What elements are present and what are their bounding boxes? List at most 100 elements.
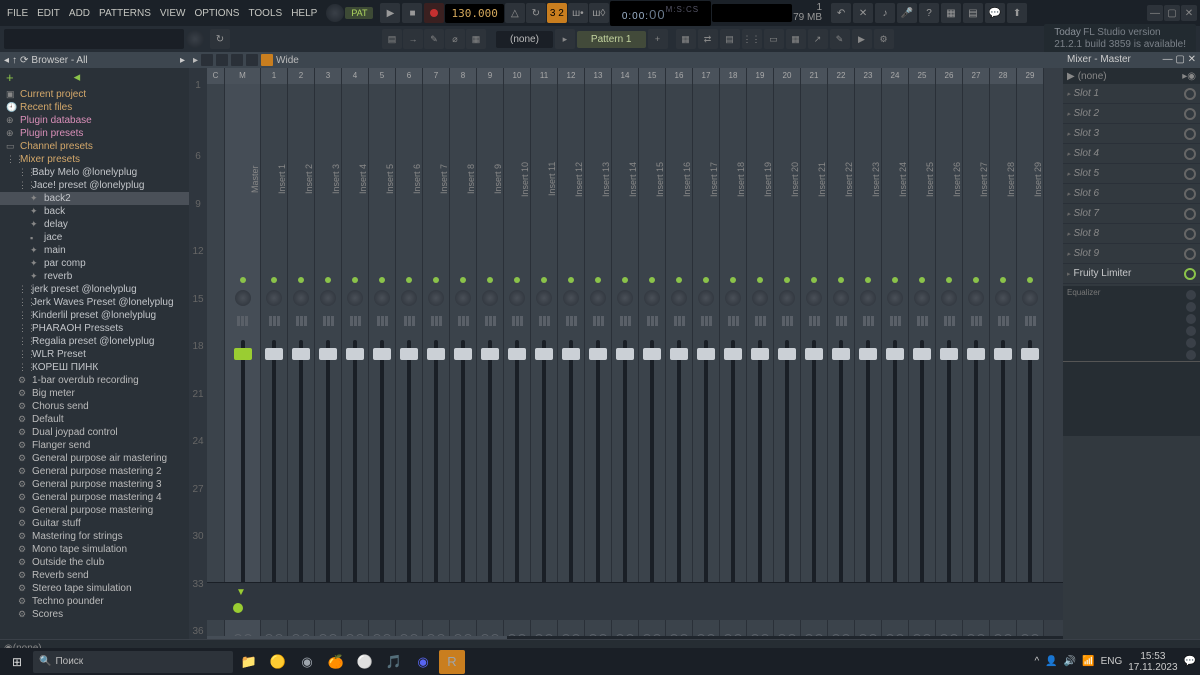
slot-ring[interactable] bbox=[1184, 128, 1196, 140]
track-header[interactable]: M bbox=[225, 68, 260, 84]
track-led[interactable] bbox=[693, 274, 719, 286]
browser-item[interactable]: ▪jace bbox=[0, 231, 189, 244]
track-header[interactable]: 26 bbox=[936, 68, 962, 84]
track-led[interactable] bbox=[450, 274, 476, 286]
slot-ring[interactable] bbox=[1184, 188, 1196, 200]
track-name[interactable]: Insert 29 bbox=[1017, 84, 1043, 274]
mixer-track[interactable]: 15Insert 15 bbox=[639, 68, 666, 648]
track-stereo[interactable] bbox=[882, 310, 908, 332]
mixer-track[interactable]: 7Insert 7 bbox=[423, 68, 450, 648]
browser-item[interactable]: ⋮⋮jerk preset @lonelyplug bbox=[0, 283, 189, 296]
mixer-track[interactable]: 8Insert 8 bbox=[450, 68, 477, 648]
track-stereo[interactable] bbox=[666, 310, 692, 332]
track-name[interactable]: Insert 17 bbox=[693, 84, 719, 274]
track-pan-knob[interactable] bbox=[666, 286, 692, 310]
tb-1[interactable]: ▦ bbox=[676, 29, 696, 49]
fader-cap[interactable] bbox=[886, 348, 904, 360]
tray-wifi-icon[interactable]: 📶 bbox=[1082, 656, 1094, 667]
track-stereo[interactable] bbox=[288, 310, 314, 332]
track-header[interactable]: 3 bbox=[315, 68, 341, 84]
track-stereo[interactable] bbox=[936, 310, 962, 332]
time-display[interactable]: 0:00:00M:S:CS bbox=[610, 1, 711, 26]
track-name[interactable]: Master bbox=[225, 84, 260, 274]
browser-collapse-icon[interactable]: ◂ bbox=[74, 69, 81, 85]
track-name[interactable]: Insert 15 bbox=[639, 84, 665, 274]
track-pan-knob[interactable] bbox=[639, 286, 665, 310]
browser-gear-item[interactable]: ⚙Big meter bbox=[0, 387, 189, 400]
tray-up-icon[interactable]: ^ bbox=[1035, 656, 1040, 667]
panel-step[interactable]: ✎ bbox=[424, 29, 444, 49]
browser-add-icon[interactable]: + bbox=[6, 70, 14, 85]
track-name[interactable]: Insert 4 bbox=[342, 84, 368, 274]
browser-cat[interactable]: ▭Channel presets bbox=[0, 140, 189, 153]
mixer-menu-icon[interactable]: ▸ bbox=[193, 55, 198, 66]
mixer-track[interactable]: 28Insert 28 bbox=[990, 68, 1017, 648]
track-pan-knob[interactable] bbox=[423, 286, 449, 310]
track-name[interactable]: Insert 1 bbox=[261, 84, 287, 274]
track-stereo[interactable] bbox=[1017, 310, 1043, 332]
slot-arrow-icon[interactable]: ▸ bbox=[1067, 270, 1071, 278]
track-header[interactable]: 7 bbox=[423, 68, 449, 84]
mixer-current-col[interactable]: C bbox=[207, 68, 225, 648]
fader-cap[interactable] bbox=[292, 348, 310, 360]
fx-slot-limiter[interactable]: ▸ Fruity Limiter bbox=[1063, 264, 1200, 284]
track-led[interactable] bbox=[909, 274, 935, 286]
export-button[interactable]: ⬆ bbox=[1007, 3, 1027, 23]
fader-cap[interactable] bbox=[859, 348, 877, 360]
browser-gear-item[interactable]: ⚙Mastering for strings bbox=[0, 530, 189, 543]
pitch-knob[interactable] bbox=[186, 30, 204, 48]
slot-ring[interactable] bbox=[1184, 228, 1196, 240]
fader-cap[interactable] bbox=[535, 348, 553, 360]
fader-cap[interactable] bbox=[697, 348, 715, 360]
track-pan-knob[interactable] bbox=[1017, 286, 1043, 310]
track-stereo[interactable] bbox=[801, 310, 827, 332]
track-stereo[interactable] bbox=[990, 310, 1016, 332]
track-header[interactable]: 17 bbox=[693, 68, 719, 84]
track-led[interactable] bbox=[225, 274, 260, 286]
mixer-track[interactable]: 16Insert 16 bbox=[666, 68, 693, 648]
browser-gear-item[interactable]: ⚙General purpose mastering 4 bbox=[0, 491, 189, 504]
track-led[interactable] bbox=[747, 274, 773, 286]
task-app2[interactable]: R bbox=[439, 650, 465, 674]
mixer-icon-1[interactable] bbox=[201, 54, 213, 66]
stop-button[interactable]: ■ bbox=[402, 3, 422, 23]
fader-cap[interactable] bbox=[508, 348, 526, 360]
eq-knob-6[interactable] bbox=[1186, 350, 1196, 360]
slot-arrow-icon[interactable]: ▸ bbox=[1067, 250, 1071, 258]
track-stereo[interactable] bbox=[585, 310, 611, 332]
fx-slot[interactable]: ▸Slot 9 bbox=[1063, 244, 1200, 264]
mixer-track[interactable]: 29Insert 29 bbox=[1017, 68, 1044, 648]
track-name[interactable]: Insert 5 bbox=[369, 84, 395, 274]
track-led[interactable] bbox=[882, 274, 908, 286]
menu-add[interactable]: ADD bbox=[65, 6, 94, 21]
track-stereo[interactable] bbox=[747, 310, 773, 332]
menu-edit[interactable]: EDIT bbox=[33, 6, 64, 21]
track-name[interactable]: Insert 9 bbox=[477, 84, 503, 274]
browser-tree[interactable]: ▣Current project🕘Recent files⊕Plugin dat… bbox=[0, 86, 189, 648]
track-name[interactable]: Insert 14 bbox=[612, 84, 638, 274]
tray-people-icon[interactable]: 👤 bbox=[1045, 656, 1057, 667]
track-pan-knob[interactable] bbox=[288, 286, 314, 310]
mixer-track[interactable]: 3Insert 3 bbox=[315, 68, 342, 648]
track-led[interactable] bbox=[315, 274, 341, 286]
track-name[interactable]: Insert 18 bbox=[720, 84, 746, 274]
browser-gear-item[interactable]: ⚙Reverb send bbox=[0, 569, 189, 582]
mixer-track[interactable]: 22Insert 22 bbox=[828, 68, 855, 648]
track-name[interactable]: Insert 20 bbox=[774, 84, 800, 274]
browser-cat[interactable]: ⊕Plugin database bbox=[0, 114, 189, 127]
fader-cap[interactable] bbox=[967, 348, 985, 360]
track-name[interactable]: Insert 6 bbox=[396, 84, 422, 274]
fx-close-icon[interactable]: ✕ bbox=[1188, 54, 1196, 65]
mixer-icon-3[interactable] bbox=[231, 54, 243, 66]
track-header[interactable]: 6 bbox=[396, 68, 422, 84]
track-led[interactable] bbox=[855, 274, 881, 286]
track-pan-knob[interactable] bbox=[342, 286, 368, 310]
track-header[interactable]: 11 bbox=[531, 68, 557, 84]
browser-item[interactable]: ⋮⋮Kinderlil preset @lonelyplug bbox=[0, 309, 189, 322]
track-pan-knob[interactable] bbox=[828, 286, 854, 310]
track-pan-knob[interactable] bbox=[747, 286, 773, 310]
fader-cap[interactable] bbox=[454, 348, 472, 360]
fx-slot[interactable]: ▸Slot 1 bbox=[1063, 84, 1200, 104]
track-pan-knob[interactable] bbox=[855, 286, 881, 310]
tb-7[interactable]: ↗ bbox=[808, 29, 828, 49]
